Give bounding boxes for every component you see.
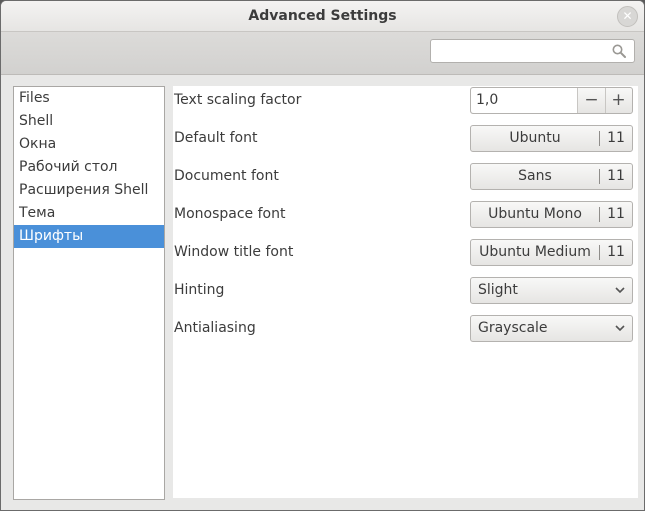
sidebar-item-fonts[interactable]: Шрифты: [14, 225, 164, 248]
font-size: 11: [607, 244, 625, 260]
close-icon[interactable]: ✕: [622, 9, 632, 23]
search-icon[interactable]: [612, 44, 626, 58]
search-box[interactable]: [430, 39, 635, 63]
default-font-button[interactable]: Ubuntu 11: [470, 125, 633, 152]
sidebar-item-shell[interactable]: Shell: [14, 110, 164, 133]
text-scaling-value[interactable]: 1,0: [471, 88, 578, 113]
text-scaling-label: Text scaling factor: [174, 92, 302, 108]
default-font-row: Default font Ubuntu 11: [173, 125, 638, 152]
antialiasing-value: Grayscale: [478, 320, 548, 336]
window-title-font-row: Window title font Ubuntu Medium 11: [173, 239, 638, 266]
antialiasing-dropdown[interactable]: Grayscale: [470, 315, 633, 342]
font-size: 11: [607, 130, 625, 146]
search-input[interactable]: [435, 42, 609, 62]
sidebar-item-label: Files: [19, 90, 50, 106]
toolbar: [1, 32, 644, 75]
font-name: Ubuntu: [509, 130, 561, 146]
window-title: Advanced Settings: [248, 8, 397, 24]
minus-icon[interactable]: −: [584, 90, 598, 110]
sidebar-item-shell-extensions[interactable]: Расширения Shell: [14, 179, 164, 202]
sidebar-item-label: Рабочий стол: [19, 159, 118, 175]
fonts-settings-panel: Text scaling factor 1,0 − + Default font…: [173, 86, 638, 498]
chevron-down-icon: [615, 287, 625, 294]
sidebar-item-label: Расширения Shell: [19, 182, 149, 198]
sidebar-item-label: Окна: [19, 136, 57, 152]
sidebar-item-windows[interactable]: Окна: [14, 133, 164, 156]
hinting-value: Slight: [478, 282, 518, 298]
close-button[interactable]: ✕: [617, 6, 638, 27]
hinting-dropdown[interactable]: Slight: [470, 277, 633, 304]
monospace-font-label: Monospace font: [174, 206, 286, 222]
document-font-button[interactable]: Sans 11: [470, 163, 633, 190]
window-title-font-label: Window title font: [174, 244, 294, 260]
decrease-button[interactable]: −: [578, 88, 606, 113]
font-name: Ubuntu Mono: [488, 206, 582, 222]
window-title-font-button[interactable]: Ubuntu Medium 11: [470, 239, 633, 266]
sidebar-item-files[interactable]: Files: [14, 87, 164, 110]
plus-icon[interactable]: +: [611, 90, 625, 110]
sidebar-item-label: Шрифты: [19, 228, 84, 244]
document-font-label: Document font: [174, 168, 279, 184]
font-name: Sans: [518, 168, 552, 184]
advanced-settings-window: Advanced Settings ✕ Files Shell Окна Раб…: [0, 0, 645, 511]
sidebar: Files Shell Окна Рабочий стол Расширения…: [13, 86, 165, 500]
sidebar-item-desktop[interactable]: Рабочий стол: [14, 156, 164, 179]
font-size: 11: [607, 168, 625, 184]
font-size: 11: [607, 206, 625, 222]
text-scaling-spinbutton[interactable]: 1,0 − +: [470, 87, 633, 114]
antialiasing-label: Antialiasing: [174, 320, 256, 336]
sidebar-item-theme[interactable]: Тема: [14, 202, 164, 225]
chevron-down-icon: [615, 325, 625, 332]
increase-button[interactable]: +: [605, 88, 632, 113]
hinting-row: Hinting Slight: [173, 277, 638, 304]
text-scaling-row: Text scaling factor 1,0 − +: [173, 87, 638, 114]
hinting-label: Hinting: [174, 282, 225, 298]
sidebar-item-label: Тема: [19, 205, 56, 221]
sidebar-item-label: Shell: [19, 113, 54, 129]
titlebar: Advanced Settings ✕: [1, 1, 644, 32]
antialiasing-row: Antialiasing Grayscale: [173, 315, 638, 342]
monospace-font-button[interactable]: Ubuntu Mono 11: [470, 201, 633, 228]
monospace-font-row: Monospace font Ubuntu Mono 11: [173, 201, 638, 228]
default-font-label: Default font: [174, 130, 258, 146]
document-font-row: Document font Sans 11: [173, 163, 638, 190]
font-name: Ubuntu Medium: [479, 244, 591, 260]
